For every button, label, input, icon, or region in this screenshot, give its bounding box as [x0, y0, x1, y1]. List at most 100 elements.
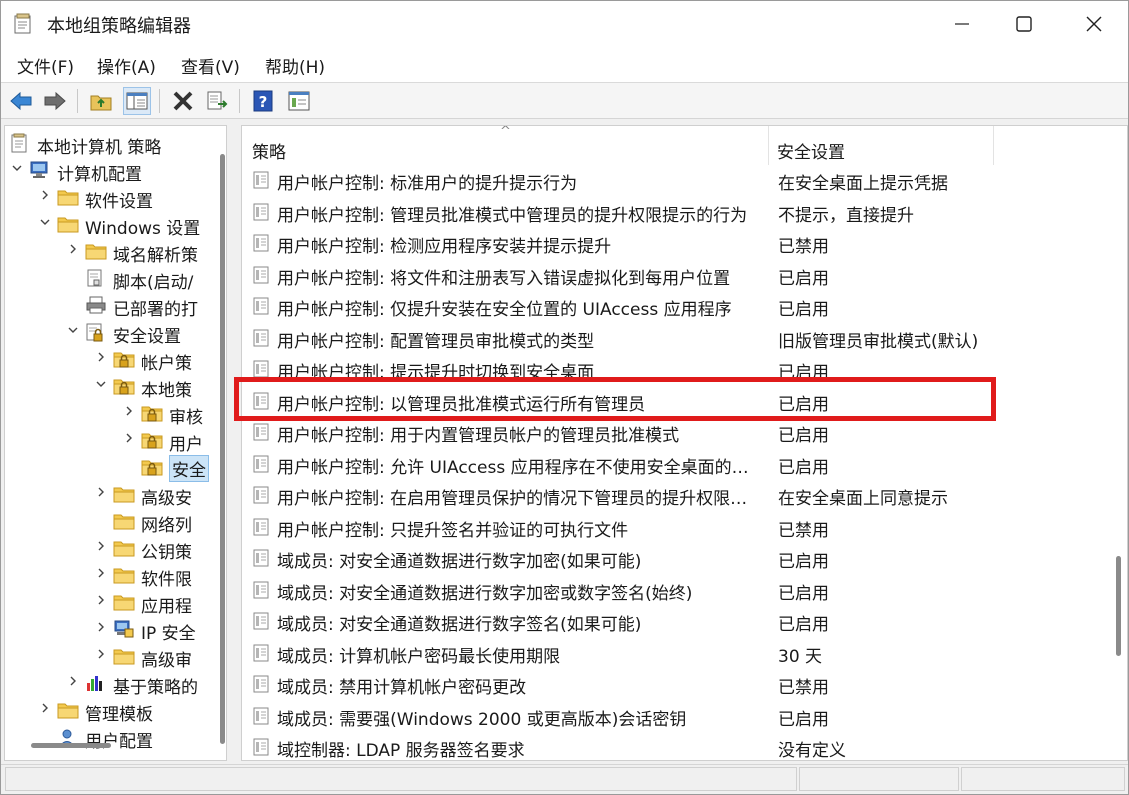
close-button[interactable] — [1063, 1, 1125, 47]
chevron-right-icon[interactable] — [95, 567, 109, 583]
chevron-right-icon[interactable] — [39, 702, 53, 718]
show-hide-tree-button[interactable] — [123, 87, 151, 115]
policy-row[interactable]: 域成员: 禁用计算机帐户密码更改 已禁用 — [242, 669, 1112, 701]
chevron-down-icon[interactable] — [11, 162, 25, 178]
tree-item[interactable]: 已部署的打 — [5, 292, 225, 320]
policy-row[interactable]: 用户帐户控制: 用于内置管理员帐户的管理员批准模式 已启用 — [242, 417, 1112, 449]
tree-horizontal-scroll-thumb[interactable] — [31, 743, 111, 748]
column-divider[interactable] — [993, 126, 994, 165]
policy-setting-icon — [251, 580, 271, 600]
menu-file[interactable]: 文件(F) — [13, 53, 78, 78]
tree-item[interactable]: 本地计算机 策略 — [5, 130, 225, 158]
tree-item[interactable]: 基于策略的 — [5, 670, 225, 698]
menu-help[interactable]: 帮助(H) — [261, 53, 329, 78]
chevron-right-icon[interactable] — [67, 243, 81, 259]
policy-row[interactable]: 域成员: 计算机帐户密码最长使用期限 30 天 — [242, 638, 1112, 670]
policy-setting-value: 在安全桌面上同意提示 — [778, 489, 948, 509]
tree-item[interactable]: 管理模板 — [5, 697, 225, 725]
menu-bar: 文件(F) 操作(A) 查看(V) 帮助(H) — [1, 47, 1128, 83]
policy-row[interactable]: 用户帐户控制: 将文件和注册表写入错误虚拟化到每用户位置 已启用 — [242, 260, 1112, 292]
policy-row[interactable]: 用户帐户控制: 标准用户的提升提示行为 在安全桌面上提示凭据 — [242, 165, 1112, 197]
chevron-down-icon[interactable] — [95, 378, 109, 394]
chevron-down-icon[interactable] — [67, 324, 81, 340]
tree-item[interactable]: 帐户策 — [5, 346, 225, 374]
minimize-button[interactable] — [931, 1, 993, 47]
tree-item[interactable]: 用户 — [5, 427, 225, 455]
tree-item[interactable]: 应用程 — [5, 589, 225, 617]
forward-button[interactable] — [41, 87, 69, 115]
maximize-button[interactable] — [993, 1, 1055, 47]
policy-row[interactable]: 域成员: 对安全通道数据进行数字加密(如果可能) 已启用 — [242, 543, 1112, 575]
tree-item[interactable]: Windows 设置 — [5, 211, 225, 239]
export-list-button[interactable] — [203, 87, 231, 115]
console-tree[interactable]: 本地计算机 策略 计算机配置 软件设置 Windows 设置 域名解析策 脚本(启动/已部… — [4, 125, 227, 761]
tree-item[interactable]: 网络列 — [5, 508, 225, 536]
chevron-down-icon[interactable] — [39, 216, 53, 232]
column-header-security-setting[interactable]: 安全设置 — [777, 138, 845, 163]
tree-item[interactable]: 审核 — [5, 400, 225, 428]
column-header-policy[interactable]: 策略 — [252, 138, 286, 163]
policy-row[interactable]: 域成员: 对安全通道数据进行数字签名(如果可能) 已启用 — [242, 606, 1112, 638]
up-one-level-button[interactable] — [87, 87, 115, 115]
tree-item[interactable]: 安全设置 — [5, 319, 225, 347]
properties-button[interactable] — [285, 87, 313, 115]
list-vertical-scrollbar[interactable] — [1110, 126, 1127, 760]
policy-setting-value: 已启用 — [778, 268, 829, 289]
tree-item[interactable]: 高级安 — [5, 481, 225, 509]
tree-item[interactable]: IP 安全 — [5, 616, 225, 644]
policy-name: 用户帐户控制: 以管理员批准模式运行所有管理员 — [277, 394, 646, 415]
tree-item[interactable]: 脚本(启动/ — [5, 265, 225, 293]
policy-setting-value: 已禁用 — [778, 678, 829, 698]
printer-icon — [85, 295, 107, 315]
chevron-right-icon[interactable] — [95, 486, 109, 502]
folder-icon — [57, 187, 79, 207]
chevron-right-icon[interactable] — [95, 351, 109, 367]
chevron-right-icon[interactable] — [67, 675, 81, 691]
policy-row[interactable]: 域成员: 对安全通道数据进行数字加密或数字签名(始终) 已启用 — [242, 575, 1112, 607]
chevron-right-icon[interactable] — [123, 405, 137, 421]
tree-vertical-scrollbar[interactable] — [217, 126, 226, 760]
help-button[interactable]: ? — [249, 87, 277, 115]
menu-action[interactable]: 操作(A) — [93, 53, 160, 78]
policy-setting-icon — [251, 737, 271, 757]
policy-row[interactable]: 用户帐户控制: 只提升签名并验证的可执行文件 已禁用 — [242, 512, 1112, 544]
chevron-right-icon[interactable] — [95, 540, 109, 556]
tree-item[interactable]: 本地策 — [5, 373, 225, 401]
policy-row[interactable]: 用户帐户控制: 仅提升安装在安全位置的 UIAccess 应用程序 已启用 — [242, 291, 1112, 323]
chevron-right-icon[interactable] — [39, 189, 53, 205]
tree-item[interactable]: 高级审 — [5, 643, 225, 671]
policy-row[interactable]: 用户帐户控制: 允许 UIAccess 应用程序在不使用安全桌面的情况下提升已启… — [242, 449, 1112, 481]
policy-setting-value: 已启用 — [778, 457, 829, 478]
policy-setting-value: 在安全桌面上提示凭据 — [778, 174, 948, 194]
policy-row[interactable]: 用户帐户控制: 在启用管理员保护的情况下管理员的提升权限提示的行为在安全桌面上同… — [242, 480, 1112, 512]
tree-item-label: 审核 — [169, 408, 203, 428]
column-divider[interactable] — [768, 126, 769, 165]
delete-button[interactable] — [169, 87, 197, 115]
properties-icon — [288, 91, 310, 111]
title-bar: 本地组策略编辑器 — [1, 1, 1128, 47]
back-button[interactable] — [7, 87, 35, 115]
chevron-right-icon[interactable] — [95, 594, 109, 610]
policy-name: 域成员: 计算机帐户密码最长使用期限 — [277, 646, 561, 667]
policy-row[interactable]: 用户帐户控制: 以管理员批准模式运行所有管理员 已启用 — [242, 386, 1112, 418]
tree-item[interactable]: 域名解析策 — [5, 238, 225, 266]
list-scroll-thumb[interactable] — [1116, 556, 1121, 656]
chevron-right-icon[interactable] — [123, 432, 137, 448]
tree-item[interactable]: 公钥策 — [5, 535, 225, 563]
tree-item[interactable]: 软件限 — [5, 562, 225, 590]
tree-scroll-thumb[interactable] — [220, 154, 225, 744]
chevron-right-icon[interactable] — [95, 621, 109, 637]
chevron-right-icon[interactable] — [95, 648, 109, 664]
folder-icon — [57, 214, 79, 234]
policy-row[interactable]: 用户帐户控制: 检测应用程序安装并提示提升 已禁用 — [242, 228, 1112, 260]
tree-item[interactable]: 计算机配置 — [5, 157, 225, 185]
tree-item[interactable]: 安全 — [5, 454, 225, 482]
menu-view[interactable]: 查看(V) — [177, 53, 244, 78]
policy-name: 域成员: 对安全通道数据进行数字签名(如果可能) — [277, 615, 642, 635]
policy-row[interactable]: 用户帐户控制: 配置管理员审批模式的类型 旧版管理员审批模式(默认) — [242, 323, 1112, 355]
policy-row[interactable]: 用户帐户控制: 管理员批准模式中管理员的提升权限提示的行为 不提示，直接提升 — [242, 197, 1112, 229]
policy-row[interactable]: 用户帐户控制: 提示提升时切换到安全桌面 已启用 — [242, 354, 1112, 386]
policy-row[interactable]: 域成员: 需要强(Windows 2000 或更高版本)会话密钥 已启用 — [242, 701, 1112, 733]
policy-row[interactable]: 域控制器: LDAP 服务器签名要求 没有定义 — [242, 732, 1112, 760]
tree-item[interactable]: 软件设置 — [5, 184, 225, 212]
